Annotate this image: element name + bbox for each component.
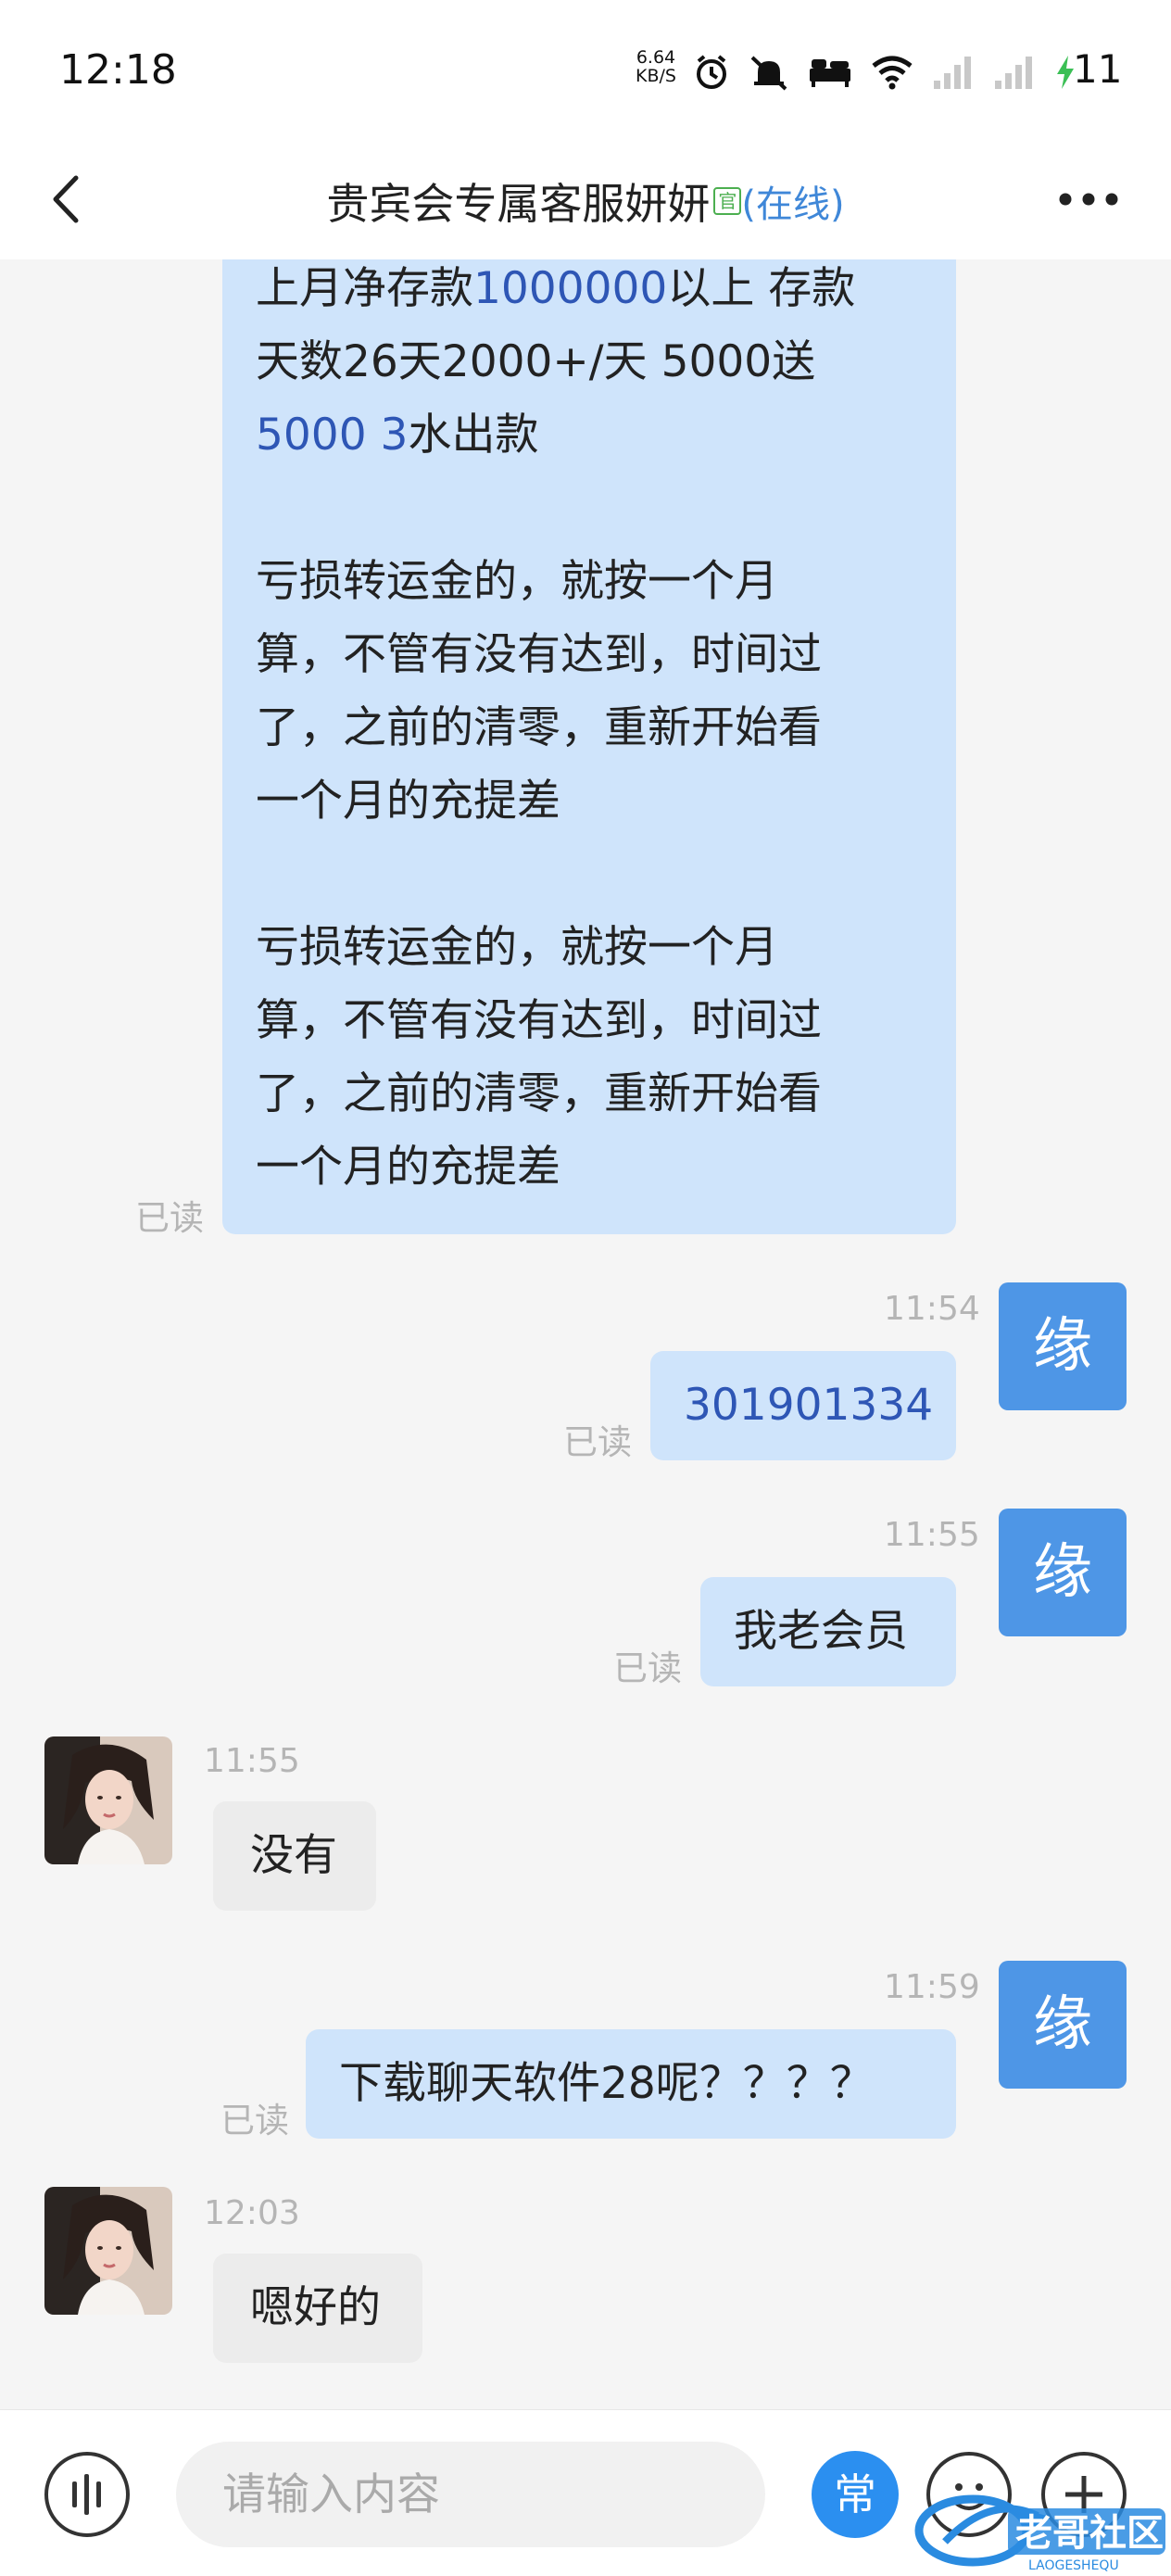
read-receipt: 已读	[135, 1198, 204, 1238]
svg-text:LAOGESHEQU: LAOGESHEQU	[1028, 2558, 1119, 2573]
message-input-box[interactable]	[176, 2442, 765, 2547]
input-bar: 常 老哥社区 LAOGESHEQU	[0, 2409, 1171, 2576]
network-speed: 6.64 KB/S	[636, 48, 676, 85]
message-bubble-incoming[interactable]: 没有	[213, 1801, 376, 1911]
status-icons	[693, 50, 1077, 95]
avatar[interactable]: 缘	[999, 1961, 1127, 2089]
message-line: 5000 3水出款	[256, 410, 539, 461]
highlight-number: 5000 3	[256, 410, 409, 461]
signal-icon	[934, 57, 971, 89]
message-input[interactable]	[176, 2442, 765, 2547]
message-bubble-outgoing[interactable]: 我老会员	[700, 1577, 956, 1686]
message-line: 了，之前的清零，重新开始看	[256, 702, 822, 753]
online-status: (在线)	[741, 183, 845, 226]
message-list[interactable]: 上月净存款1000000以上 存款 天数26天2000+/天 5000送 500…	[0, 259, 1171, 2409]
network-speed-unit: KB/S	[636, 66, 676, 86]
battery-level: 11	[1073, 46, 1123, 92]
network-speed-value: 6.64	[636, 47, 676, 68]
message-time: 11:59	[884, 1968, 980, 2006]
page-title: 贵宾会专属客服妍妍	[326, 179, 711, 229]
message-bubble-outgoing[interactable]: 301901334	[650, 1351, 956, 1460]
message-line: 亏损转运金的，就按一个月	[256, 556, 778, 607]
message-text: 没有	[250, 1830, 337, 1881]
chat-title-group: 贵宾会专属客服妍妍官 (在线)	[0, 170, 1171, 232]
quick-reply-button[interactable]: 常	[812, 2451, 899, 2538]
avatar[interactable]: 缘	[999, 1282, 1127, 1410]
read-receipt: 已读	[220, 2101, 289, 2140]
message-line: 算，不管有没有达到，时间过	[256, 995, 822, 1046]
voice-button[interactable]	[44, 2452, 130, 2537]
alarm-icon	[697, 55, 726, 89]
message-line: 天数26天2000+/天 5000送	[256, 336, 816, 387]
avatar[interactable]: 缘	[999, 1509, 1127, 1636]
status-bar: 12:18 6.64 KB/S 11	[0, 0, 1171, 139]
message-line: 算，不管有没有达到，时间过	[256, 629, 822, 680]
message-time: 11:55	[884, 1516, 980, 1554]
message-line: 亏损转运金的，就按一个月	[256, 922, 778, 973]
message-bubble-incoming[interactable]: 嗯好的	[213, 2254, 422, 2363]
message-time: 12:03	[204, 2194, 300, 2232]
message-bubble-outgoing[interactable]: 上月净存款1000000以上 存款 天数26天2000+/天 5000送 500…	[222, 259, 956, 1234]
highlight-number: 1000000	[473, 263, 668, 314]
message-text: 嗯好的	[250, 2282, 381, 2333]
message-text[interactable]: 301901334	[684, 1380, 933, 1431]
message-line: 一个月的充提差	[256, 1142, 560, 1193]
wifi-icon	[872, 56, 913, 90]
message-text: 下载聊天软件28呢？？？？	[339, 2058, 874, 2109]
message-line: 一个月的充提差	[256, 776, 560, 827]
avatar[interactable]	[44, 2187, 172, 2315]
bed-icon	[810, 59, 850, 87]
signal-icon	[995, 57, 1032, 89]
avatar[interactable]	[44, 1736, 172, 1864]
voice-icon	[72, 2474, 101, 2515]
message-line: 上月净存款1000000以上 存款	[256, 263, 856, 314]
read-receipt: 已读	[613, 1648, 682, 1688]
more-dots-icon	[1059, 193, 1118, 206]
svg-text:老哥社区: 老哥社区	[1015, 2512, 1164, 2555]
more-button[interactable]	[1056, 183, 1121, 215]
chat-header: 贵宾会专属客服妍妍官 (在线)	[0, 139, 1171, 259]
read-receipt: 已读	[563, 1422, 632, 1462]
clock: 12:18	[59, 46, 177, 94]
official-badge: 官	[713, 187, 742, 215]
watermark-logo: 老哥社区 LAOGESHEQU	[914, 2494, 1165, 2573]
mute-icon	[750, 56, 787, 91]
message-line: 了，之前的清零，重新开始看	[256, 1068, 822, 1119]
message-text: 我老会员	[734, 1606, 908, 1657]
message-time: 11:55	[204, 1742, 300, 1780]
message-time: 11:54	[884, 1290, 980, 1328]
message-bubble-outgoing[interactable]: 下载聊天软件28呢？？？？	[306, 2029, 956, 2139]
